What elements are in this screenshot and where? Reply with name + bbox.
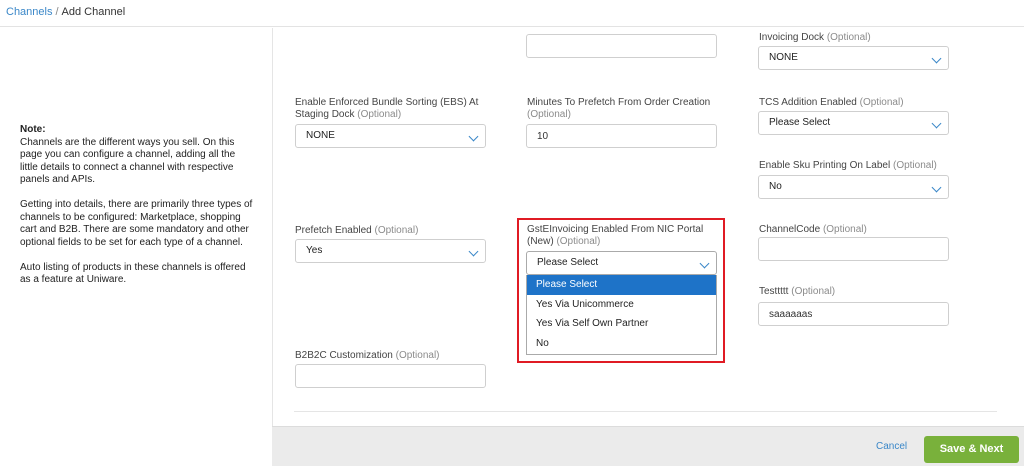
form-divider: [294, 411, 997, 412]
breadcrumb: Channels / Add Channel: [6, 6, 125, 18]
prefetch-enabled-select[interactable]: Yes: [295, 239, 486, 263]
save-next-button[interactable]: Save & Next: [924, 436, 1019, 463]
tcs-addition-select[interactable]: Please Select: [758, 111, 949, 135]
ebs-label: Enable Enforced Bundle Sorting (EBS) At …: [295, 97, 479, 120]
dropdown-option-no[interactable]: No: [527, 334, 716, 354]
channel-code-label: ChannelCode (Optional): [759, 224, 867, 235]
note-paragraph: Channels are the different ways you sell…: [20, 136, 236, 186]
sku-printing-label: Enable Sku Printing On Label (Optional): [759, 160, 937, 171]
chevron-down-icon: [468, 246, 479, 257]
gst-einvoicing-label: GstEInvoicing Enabled From NIC Portal (N…: [527, 224, 704, 247]
note-title: Note:: [20, 124, 46, 135]
chevron-down-icon: [931, 118, 942, 129]
partial-top-input[interactable]: [526, 34, 717, 58]
sku-printing-select[interactable]: No: [758, 175, 949, 199]
testtttt-label: Testtttt (Optional): [759, 286, 836, 297]
dropdown-option-yes-via-unicommerce[interactable]: Yes Via Unicommerce: [527, 295, 716, 315]
minutes-prefetch-label: Minutes To Prefetch From Order Creation …: [527, 97, 711, 120]
minutes-prefetch-input[interactable]: [526, 124, 717, 148]
prefetch-enabled-value: Yes: [306, 245, 323, 256]
help-note: Note: Channels are the different ways yo…: [20, 124, 255, 299]
chevron-down-icon: [931, 53, 942, 64]
gst-einvoicing-dropdown: Please Select Yes Via Unicommerce Yes Vi…: [526, 275, 717, 355]
cancel-button[interactable]: Cancel: [876, 441, 907, 452]
breadcrumb-current: Add Channel: [61, 6, 126, 18]
breadcrumb-separator: /: [55, 6, 59, 18]
invoicing-dock-select[interactable]: NONE: [758, 46, 949, 70]
gst-einvoicing-value: Please Select: [537, 257, 599, 268]
top-bar: Channels / Add Channel: [0, 0, 1024, 27]
ebs-value: NONE: [306, 130, 335, 141]
chevron-down-icon: [699, 258, 710, 269]
note-paragraph: Getting into details, there are primaril…: [20, 199, 253, 248]
sku-printing-value: No: [769, 181, 782, 192]
chevron-down-icon: [468, 131, 479, 142]
testtttt-input[interactable]: [758, 302, 949, 326]
form-panel-border: [272, 28, 273, 426]
chevron-down-icon: [931, 182, 942, 193]
channel-code-input[interactable]: [758, 237, 949, 261]
dropdown-option-please-select[interactable]: Please Select: [527, 275, 716, 295]
dropdown-option-yes-via-self-own-partner[interactable]: Yes Via Self Own Partner: [527, 314, 716, 334]
footer-bar: [272, 426, 1024, 466]
invoicing-dock-value: NONE: [769, 52, 798, 63]
tcs-addition-value: Please Select: [769, 117, 831, 128]
note-paragraph: Auto listing of products in these channe…: [20, 261, 246, 286]
breadcrumb-channels-link[interactable]: Channels: [6, 6, 52, 18]
prefetch-enabled-label: Prefetch Enabled (Optional): [295, 225, 419, 236]
ebs-select[interactable]: NONE: [295, 124, 486, 148]
invoicing-dock-label: Invoicing Dock (Optional): [759, 32, 871, 43]
tcs-addition-label: TCS Addition Enabled (Optional): [759, 97, 904, 108]
b2b2c-input[interactable]: [295, 364, 486, 388]
b2b2c-label: B2B2C Customization (Optional): [295, 350, 440, 361]
gst-einvoicing-select[interactable]: Please Select: [526, 251, 717, 275]
